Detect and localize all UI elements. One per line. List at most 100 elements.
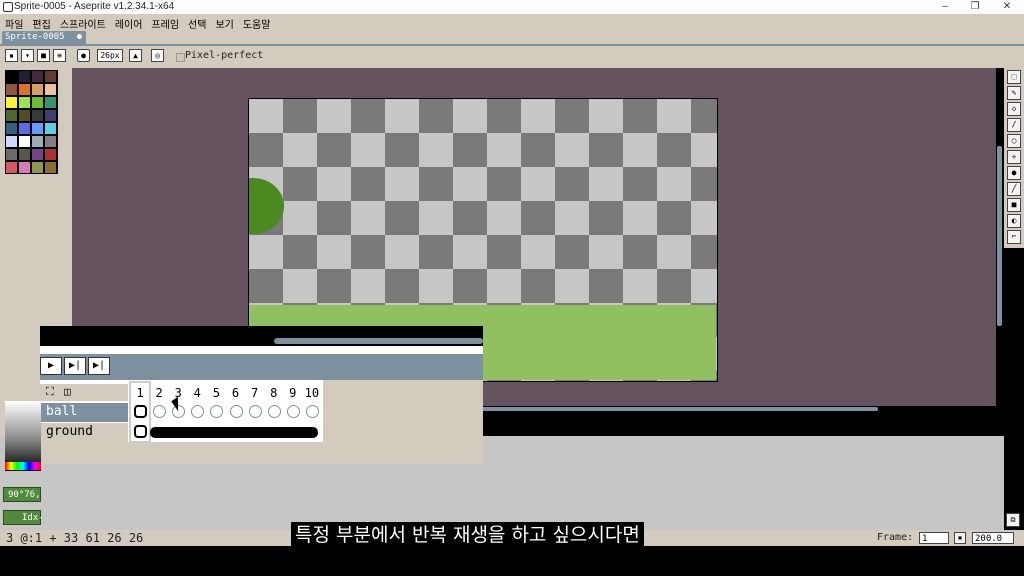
palette-swatch[interactable] (6, 97, 17, 108)
palette-swatch[interactable] (32, 71, 43, 82)
palette-swatch[interactable] (19, 71, 30, 82)
menu-frame[interactable]: 프레임 (146, 14, 183, 31)
horizontal-scroll-thumb[interactable] (440, 407, 878, 411)
eyedropper-icon[interactable]: / (1007, 118, 1021, 132)
last-frame-button[interactable]: ▶| (88, 357, 110, 375)
close-button[interactable]: ✕ (992, 0, 1022, 14)
palette-swatch[interactable] (45, 71, 56, 82)
palette-swatch[interactable] (6, 110, 17, 121)
palette-swatch[interactable] (45, 97, 56, 108)
maximize-button[interactable]: ❐ (960, 0, 990, 14)
rectangle-icon[interactable]: ■ (1007, 198, 1021, 212)
palette-swatch[interactable] (19, 136, 30, 147)
palette-swatch[interactable] (45, 123, 56, 134)
menu-help[interactable]: 도움말 (238, 14, 275, 31)
zoom-icon[interactable]: ◎ (151, 49, 164, 62)
palette-swatch[interactable] (6, 123, 17, 134)
brush-size-input[interactable]: 26px (97, 49, 123, 62)
contour-icon[interactable]: ◐ (1007, 214, 1021, 228)
timeline-toggle-button[interactable]: ⧉ (1006, 513, 1020, 527)
play-button[interactable]: ▶ (40, 357, 62, 375)
brush-shape-icon[interactable]: ● (77, 49, 90, 62)
palette-swatch[interactable] (45, 149, 56, 160)
pencil-icon[interactable]: ✎ (1007, 86, 1021, 100)
layer-row-ball[interactable]: ball (40, 403, 128, 422)
menu-lines-icon[interactable]: ≡ (53, 49, 66, 62)
palette-swatch[interactable] (45, 110, 56, 121)
blur-icon[interactable]: ⌐ (1007, 230, 1021, 244)
frame-number[interactable]: 4 (188, 385, 206, 401)
line-icon[interactable]: ╱ (1007, 182, 1021, 196)
palette-swatch[interactable] (32, 97, 43, 108)
frame-number[interactable]: 7 (246, 385, 264, 401)
timeline-scroll-thumb[interactable] (274, 338, 483, 344)
menu-layer[interactable]: 레이어 (110, 14, 147, 31)
zoom-input[interactable]: 200.0 (972, 532, 1014, 544)
palette-swatch[interactable] (19, 123, 30, 134)
zoom-tool-icon[interactable]: ○ (1007, 134, 1021, 148)
cel-ball[interactable] (267, 405, 281, 418)
eraser-icon[interactable]: ◇ (1007, 102, 1021, 116)
color-picker[interactable] (5, 401, 41, 471)
menu-select[interactable]: 선택 (183, 14, 210, 31)
link-cels-icon[interactable]: ◫ (64, 385, 71, 398)
frame-number[interactable]: 10 (303, 385, 321, 401)
cel-ball[interactable] (229, 405, 243, 418)
bucket-icon[interactable]: ● (1007, 166, 1021, 180)
palette-swatch[interactable] (32, 162, 43, 173)
tab-sprite-0005[interactable]: Sprite-0005 (2, 31, 86, 44)
next-frame-button[interactable]: ▶| (64, 357, 86, 375)
frame-number[interactable]: 2 (150, 385, 168, 401)
palette-swatch[interactable] (6, 136, 17, 147)
palette-swatch[interactable] (19, 162, 30, 173)
onion-skin-icon[interactable]: ⛶ (46, 385, 54, 399)
palette-swatch[interactable] (45, 84, 56, 95)
layer-row-ground[interactable]: ground (40, 423, 128, 442)
lock-icon[interactable]: ▪ (5, 49, 18, 62)
frame-number[interactable]: 5 (207, 385, 225, 401)
frame-button[interactable]: ▪ (954, 532, 966, 544)
frame-number[interactable]: 9 (284, 385, 302, 401)
palette-swatch[interactable] (45, 136, 56, 147)
cel-ball[interactable] (305, 405, 319, 418)
cel-ball[interactable] (153, 405, 167, 418)
palette-swatch[interactable] (19, 84, 30, 95)
palette-swatch[interactable] (6, 162, 17, 173)
vertical-scroll-thumb[interactable] (997, 146, 1002, 326)
pixel-perfect-checkbox[interactable] (176, 53, 185, 62)
context-toolbar: ▪ ▾ ■ ≡ ● 26px ▲ ◎ (0, 46, 1024, 68)
marquee-icon[interactable]: ⬚ (1007, 70, 1021, 84)
palette-swatch[interactable] (6, 149, 17, 160)
palette-swatch[interactable] (32, 110, 43, 121)
palette-swatch[interactable] (32, 149, 43, 160)
cel-ball[interactable] (248, 405, 262, 418)
ground-cel-span[interactable] (150, 427, 318, 438)
palette-swatch[interactable] (45, 162, 56, 173)
menu-edit[interactable]: 편집 (27, 14, 54, 31)
ink-icon[interactable]: ▲ (129, 49, 142, 62)
frame-number[interactable]: 8 (265, 385, 283, 401)
palette-swatch[interactable] (19, 97, 30, 108)
palette-swatch[interactable] (6, 84, 17, 95)
move-icon[interactable]: ✛ (1007, 150, 1021, 164)
menu-file[interactable]: 파일 (0, 14, 27, 31)
tab-close-icon[interactable] (77, 34, 82, 39)
square-icon[interactable]: ■ (37, 49, 50, 62)
palette-swatch[interactable] (32, 136, 43, 147)
timeline-strip (40, 346, 483, 354)
cel-ball[interactable] (134, 405, 147, 418)
menu-sprite[interactable]: 스프라이트 (55, 14, 110, 31)
cel-ground[interactable] (134, 425, 147, 438)
palette-swatch[interactable] (19, 110, 30, 121)
palette-swatch[interactable] (6, 71, 17, 82)
palette-swatch[interactable] (19, 149, 30, 160)
hue-slider[interactable] (5, 462, 41, 470)
cel-ball[interactable] (286, 405, 300, 418)
frame-number[interactable]: 6 (227, 385, 245, 401)
minimize-button[interactable]: – (930, 0, 960, 14)
menu-view[interactable]: 보기 (210, 14, 237, 31)
palette-swatch[interactable] (32, 123, 43, 134)
palette-swatch[interactable] (32, 84, 43, 95)
frame-input[interactable]: 1 (919, 532, 949, 544)
arrow-down-icon[interactable]: ▾ (21, 49, 34, 62)
